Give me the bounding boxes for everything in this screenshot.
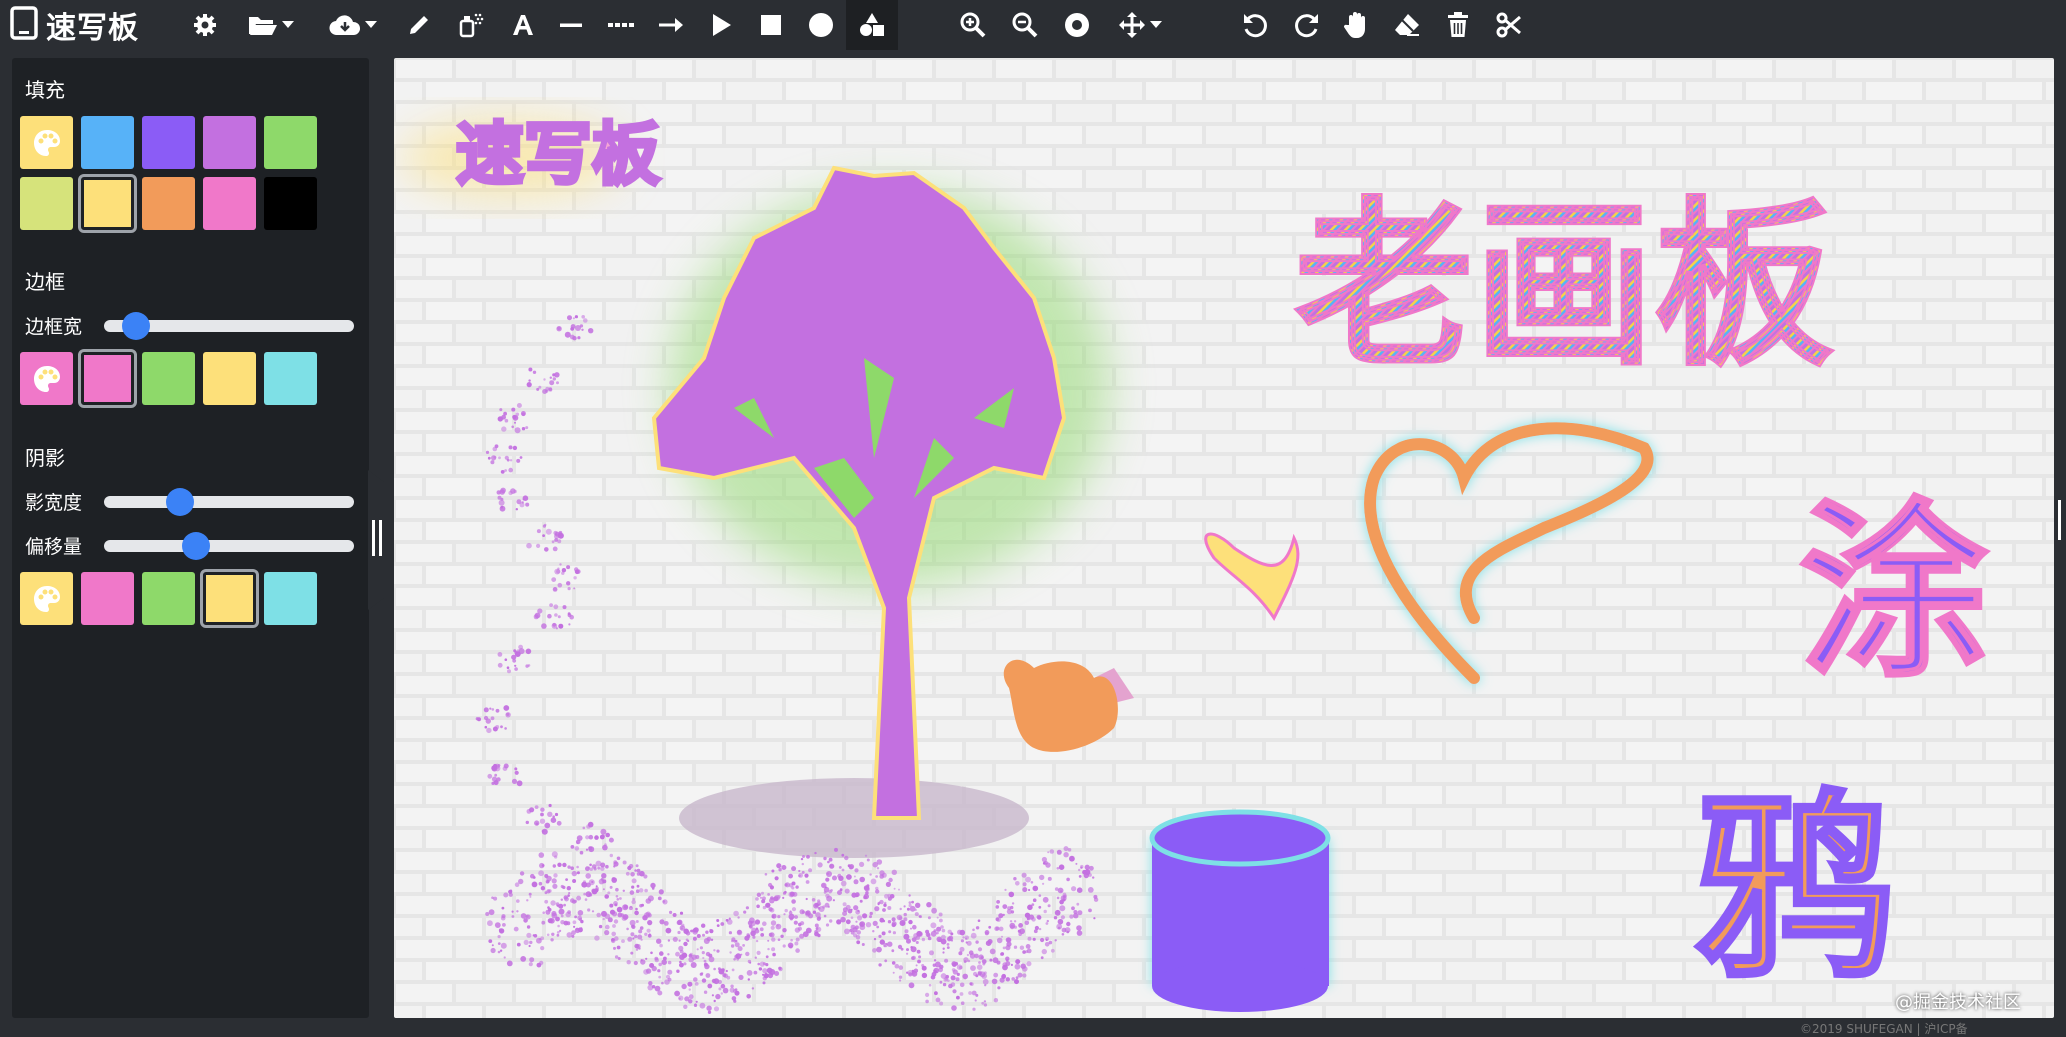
circle-icon (809, 13, 833, 37)
trash-icon (1448, 12, 1468, 37)
dotted-line-icon (608, 23, 634, 27)
open-button[interactable] (240, 0, 302, 50)
color-swatch[interactable] (78, 349, 137, 408)
copyright-text: ©2019 SHUFEGAN | 沪ICP备 (1800, 1022, 1968, 1036)
zoom-in-icon (960, 12, 986, 38)
color-swatch[interactable] (203, 352, 256, 405)
color-picker-button[interactable] (20, 352, 73, 405)
line-icon (560, 23, 582, 27)
color-swatch[interactable] (81, 572, 134, 625)
target-icon (1065, 13, 1089, 37)
arrow-icon (659, 18, 683, 32)
chevron-down-icon (365, 21, 377, 28)
settings-button[interactable] (188, 0, 222, 50)
undo-icon (1244, 14, 1267, 38)
color-swatch[interactable] (81, 116, 134, 169)
spray-tool[interactable] (454, 0, 488, 50)
palette-icon (33, 129, 60, 156)
color-swatch[interactable] (203, 116, 256, 169)
canvas-resize-handle[interactable] (2054, 480, 2066, 560)
square-icon (761, 15, 781, 35)
line-tool[interactable] (556, 0, 586, 50)
color-swatch[interactable] (264, 352, 317, 405)
drawing-canvas[interactable]: 速写板 老画板 涂 鸦 (394, 58, 2054, 1018)
dotted-line-tool[interactable] (604, 0, 638, 50)
pencil-icon (410, 16, 428, 34)
move-icon (1119, 12, 1145, 38)
cut-button[interactable] (1492, 0, 1526, 50)
delete-button[interactable] (1442, 0, 1474, 50)
shadow-width-slider[interactable] (104, 488, 354, 516)
color-picker-button[interactable] (20, 116, 73, 169)
canvas-logo-text: 速写板 (456, 116, 660, 195)
shadow-offset-label: 偏移量 (25, 536, 83, 558)
color-swatch[interactable] (78, 174, 137, 233)
palette-icon (33, 585, 60, 612)
move-button[interactable] (1110, 0, 1170, 50)
color-swatch[interactable] (264, 116, 317, 169)
undo-button[interactable] (1238, 0, 1272, 50)
color-swatch[interactable] (264, 572, 317, 625)
chevron-down-icon (1150, 21, 1162, 28)
spray-icon (459, 13, 484, 38)
scissors-icon (1496, 12, 1521, 38)
zoom-out-icon (1012, 12, 1038, 38)
shapes-icon (860, 13, 884, 36)
rectangle-tool[interactable] (754, 0, 788, 50)
palette-icon (33, 365, 60, 392)
color-swatch[interactable] (142, 352, 195, 405)
canvas-title-text: 老画板 (1294, 182, 1834, 391)
shapes-tool[interactable] (846, 0, 898, 50)
shadow-offset-knob[interactable] (181, 532, 210, 560)
color-swatch[interactable] (142, 116, 195, 169)
pan-button[interactable] (1340, 0, 1374, 50)
triangle-icon (713, 14, 731, 36)
shadow-width-knob[interactable] (166, 488, 195, 516)
color-swatch[interactable] (264, 177, 317, 230)
tablet-icon (10, 6, 38, 44)
color-swatch[interactable] (200, 569, 259, 628)
zoom-in-button[interactable] (956, 0, 990, 50)
redo-button[interactable] (1290, 0, 1324, 50)
watermark-text: @掘金技术社区 (1895, 992, 2021, 1013)
border-width-knob[interactable] (121, 312, 150, 340)
canvas-paint-text: 涂 (1799, 482, 1989, 703)
chevron-down-icon (282, 21, 294, 28)
hand-icon (1344, 12, 1365, 38)
border-width-label: 边框宽 (25, 316, 83, 338)
zoom-reset-button[interactable] (1060, 0, 1094, 50)
eraser-icon (1395, 14, 1419, 36)
color-swatch[interactable] (20, 177, 73, 230)
text-tool[interactable] (506, 0, 540, 50)
circle-tool[interactable] (804, 0, 838, 50)
redo-icon (1295, 14, 1318, 38)
pencil-tool[interactable] (402, 0, 436, 50)
border-width-slider[interactable] (104, 312, 354, 340)
color-picker-button[interactable] (20, 572, 73, 625)
shadow-section-title: 阴影 (25, 446, 65, 470)
canvas-crow-text: 鸦 (1694, 773, 1894, 1006)
color-swatch[interactable] (142, 572, 195, 625)
triangle-tool[interactable] (704, 0, 738, 50)
properties-panel: 填充 边框 边框宽 阴影 影宽度 偏移量 (12, 58, 369, 1018)
fill-section-title: 填充 (25, 78, 65, 102)
zoom-out-button[interactable] (1008, 0, 1042, 50)
toolbar: 速写板 (0, 0, 2066, 50)
shadow-width-label: 影宽度 (25, 492, 83, 514)
shadow-offset-slider[interactable] (104, 532, 354, 560)
panel-collapse-handle[interactable] (368, 470, 396, 610)
app-brand: 速写板 (10, 6, 139, 46)
text-icon (513, 15, 533, 35)
arrow-tool[interactable] (654, 0, 688, 50)
color-swatch[interactable] (142, 177, 195, 230)
folder-open-icon (249, 17, 277, 35)
border-section-title: 边框 (25, 270, 65, 294)
app-title: 速写板 (46, 11, 139, 46)
download-button[interactable] (322, 0, 384, 50)
color-swatch[interactable] (203, 177, 256, 230)
cloud-download-icon (329, 15, 361, 36)
eraser-button[interactable] (1390, 0, 1424, 50)
gear-icon (194, 14, 216, 36)
